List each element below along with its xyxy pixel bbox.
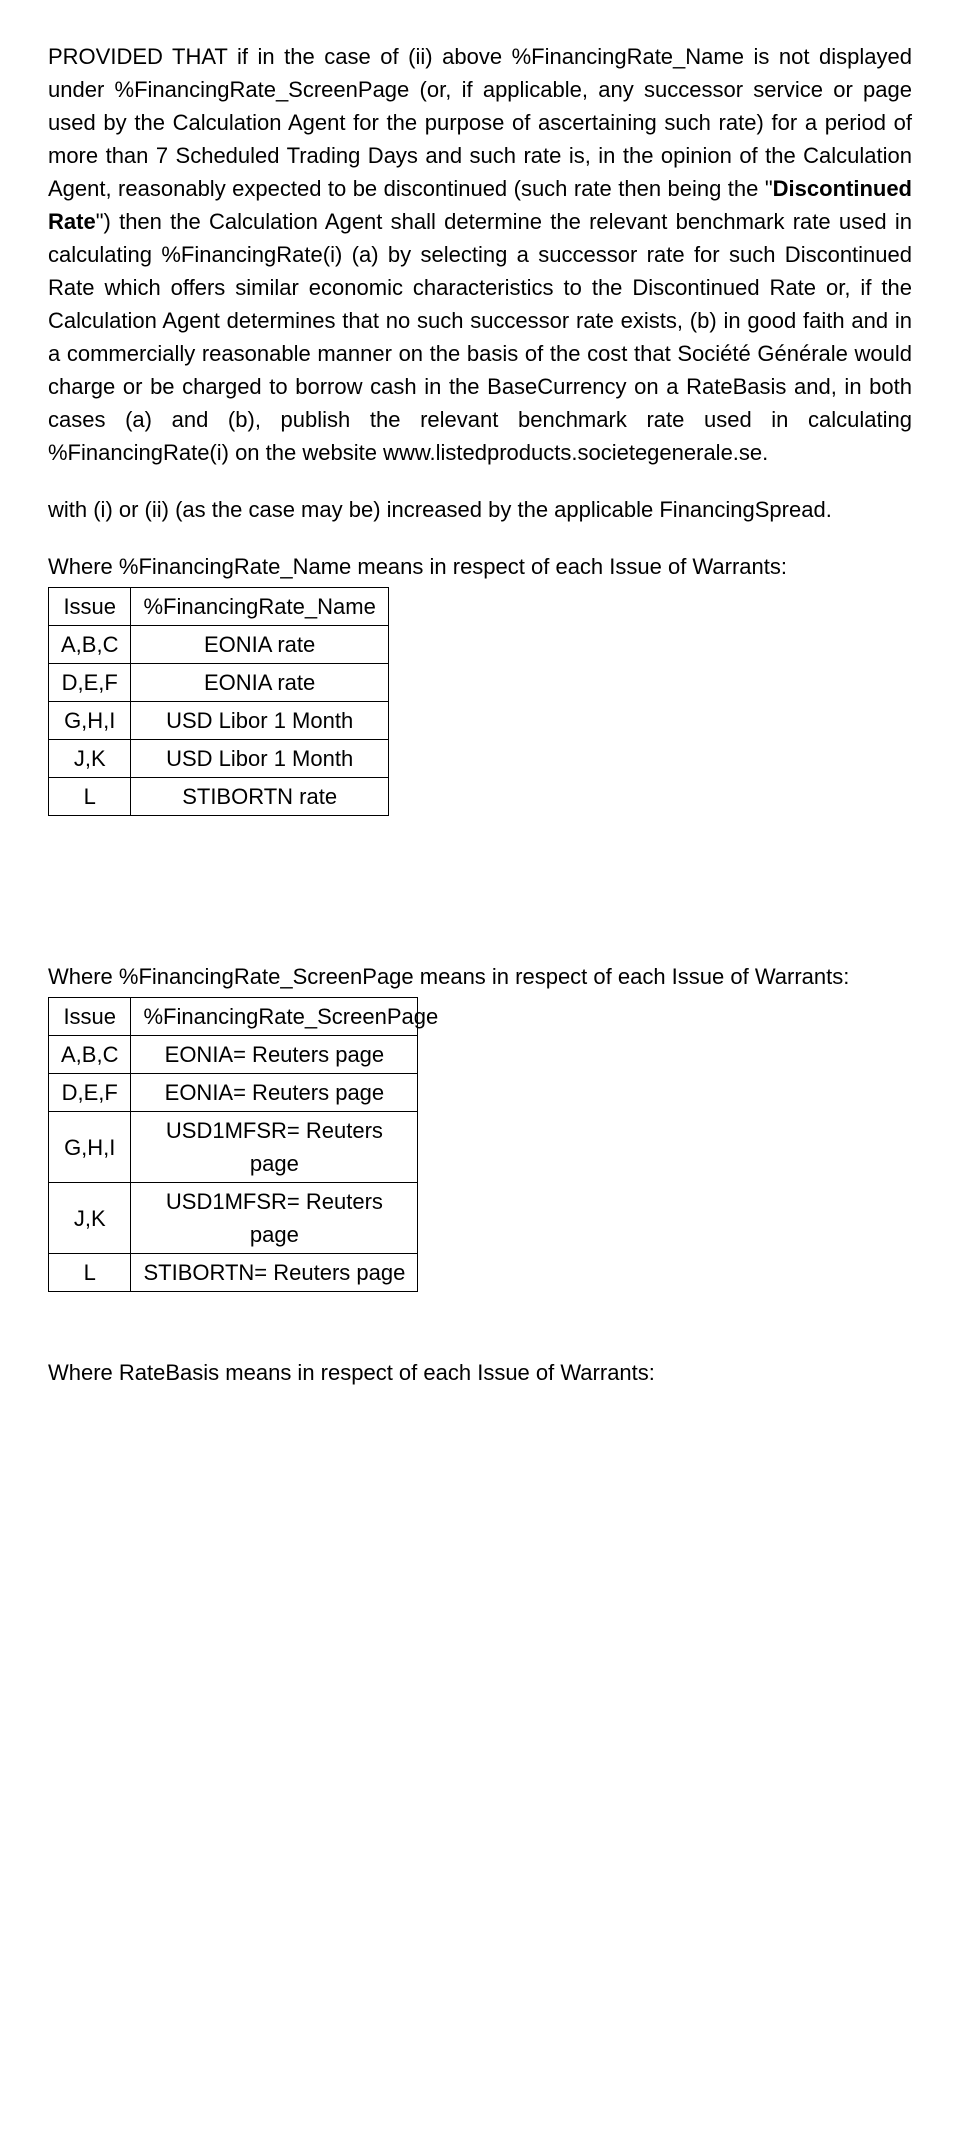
table-cell: G,H,I <box>49 1112 131 1183</box>
table-cell: USD1MFSR= Reuters page <box>131 1112 418 1183</box>
table-row: G,H,I USD Libor 1 Month <box>49 702 389 740</box>
table-row: D,E,F EONIA= Reuters page <box>49 1074 418 1112</box>
table-header-rate-name: %FinancingRate_Name <box>131 588 388 626</box>
paragraph-text-part2: ") then the Calculation Agent shall dete… <box>48 209 912 465</box>
table-cell: USD Libor 1 Month <box>131 740 388 778</box>
table-cell: USD1MFSR= Reuters page <box>131 1183 418 1254</box>
table-header-issue: Issue <box>49 998 131 1036</box>
table-cell: EONIA rate <box>131 626 388 664</box>
paragraph-rate-basis-intro: Where RateBasis means in respect of each… <box>48 1356 912 1389</box>
paragraph-discontinued-rate: PROVIDED THAT if in the case of (ii) abo… <box>48 40 912 469</box>
table-cell: D,E,F <box>49 664 131 702</box>
table-cell: L <box>49 778 131 816</box>
table-cell: EONIA= Reuters page <box>131 1036 418 1074</box>
table-row: Issue %FinancingRate_ScreenPage <box>49 998 418 1036</box>
table-row: D,E,F EONIA rate <box>49 664 389 702</box>
table-row: L STIBORTN rate <box>49 778 389 816</box>
table-cell: USD Libor 1 Month <box>131 702 388 740</box>
paragraph-financing-rate-screenpage-intro: Where %FinancingRate_ScreenPage means in… <box>48 960 912 993</box>
table-cell: EONIA= Reuters page <box>131 1074 418 1112</box>
table-cell: A,B,C <box>49 626 131 664</box>
paragraph-financing-rate-name-intro: Where %FinancingRate_Name means in respe… <box>48 550 912 583</box>
table-cell: EONIA rate <box>131 664 388 702</box>
table-row: Issue %FinancingRate_Name <box>49 588 389 626</box>
table-cell: A,B,C <box>49 1036 131 1074</box>
table-header-screenpage: %FinancingRate_ScreenPage <box>131 998 418 1036</box>
table-cell: D,E,F <box>49 1074 131 1112</box>
financing-rate-name-table: Issue %FinancingRate_Name A,B,C EONIA ra… <box>48 587 389 816</box>
table-cell: STIBORTN rate <box>131 778 388 816</box>
table-row: L STIBORTN= Reuters page <box>49 1254 418 1292</box>
table-cell: J,K <box>49 740 131 778</box>
paragraph-financing-spread: with (i) or (ii) (as the case may be) in… <box>48 493 912 526</box>
table-cell: STIBORTN= Reuters page <box>131 1254 418 1292</box>
table-row: J,K USD Libor 1 Month <box>49 740 389 778</box>
table-row: G,H,I USD1MFSR= Reuters page <box>49 1112 418 1183</box>
table-header-issue: Issue <box>49 588 131 626</box>
table-cell: G,H,I <box>49 702 131 740</box>
table-cell: J,K <box>49 1183 131 1254</box>
table-row: J,K USD1MFSR= Reuters page <box>49 1183 418 1254</box>
table-row: A,B,C EONIA= Reuters page <box>49 1036 418 1074</box>
table-cell: L <box>49 1254 131 1292</box>
table-row: A,B,C EONIA rate <box>49 626 389 664</box>
financing-rate-screenpage-table: Issue %FinancingRate_ScreenPage A,B,C EO… <box>48 997 418 1292</box>
